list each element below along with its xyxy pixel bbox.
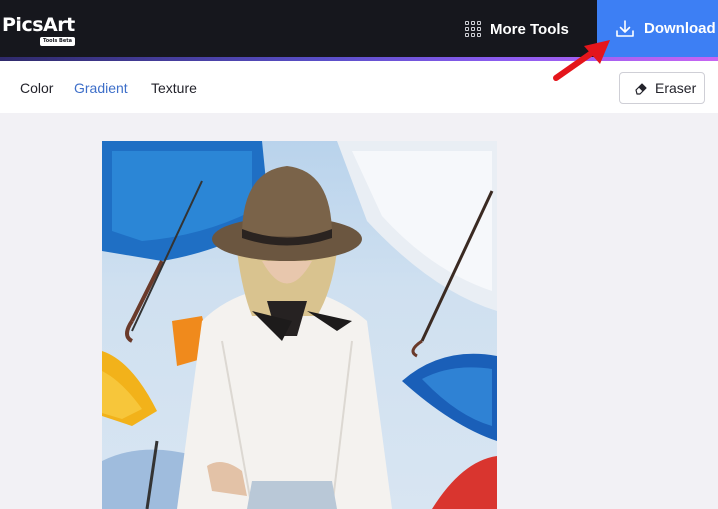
logo-badge: Tools Beta bbox=[40, 37, 76, 46]
image-canvas[interactable] bbox=[102, 141, 497, 509]
logo-text: PicsArt bbox=[2, 14, 75, 36]
eraser-icon bbox=[635, 83, 647, 95]
tab-texture[interactable]: Texture bbox=[151, 80, 197, 96]
more-tools-label: More Tools bbox=[490, 20, 569, 38]
tab-gradient[interactable]: Gradient bbox=[74, 80, 128, 96]
download-label: Download bbox=[644, 20, 716, 37]
eraser-button[interactable]: Eraser bbox=[619, 72, 705, 104]
tab-color[interactable]: Color bbox=[20, 80, 53, 96]
eraser-label: Eraser bbox=[655, 80, 697, 96]
photo-woman-with-umbrellas bbox=[102, 141, 497, 509]
grid-icon bbox=[465, 21, 481, 37]
picsart-logo[interactable]: PicsArt Tools Beta bbox=[2, 14, 82, 48]
arrow-annotation bbox=[553, 40, 610, 81]
